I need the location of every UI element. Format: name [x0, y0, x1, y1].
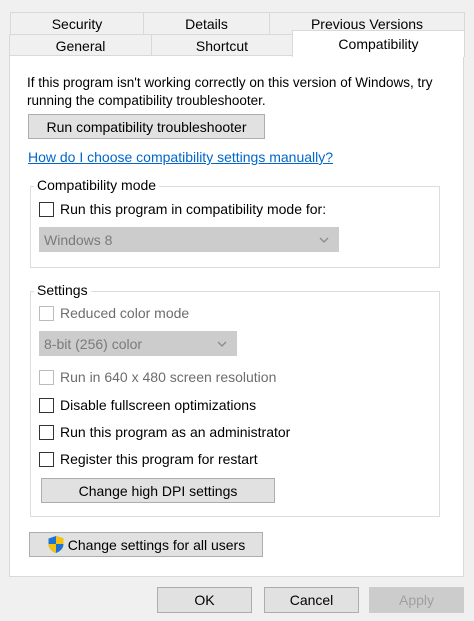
ok-button[interactable]: OK [157, 587, 252, 613]
compat-mode-select-value: Windows 8 [44, 231, 113, 248]
run-640-row[interactable]: Run in 640 x 480 screen resolution [39, 369, 276, 385]
chevron-down-icon [318, 233, 330, 249]
reduced-color-row[interactable]: Reduced color mode [39, 305, 189, 321]
register-restart-row[interactable]: Register this program for restart [39, 451, 258, 467]
tab-details-label: Details [185, 15, 228, 32]
intro-text: If this program isn't working correctly … [27, 74, 432, 110]
compat-mode-checkbox[interactable] [39, 201, 54, 217]
tab-general[interactable]: General [9, 34, 152, 57]
disable-fullscreen-label: Disable fullscreen optimizations [60, 397, 257, 413]
tab-compatibility[interactable]: Compatibility [292, 30, 465, 57]
compat-mode-label: Run this program in compatibility mode f… [60, 201, 327, 217]
reduced-color-checkbox[interactable] [39, 305, 54, 321]
tab-shortcut[interactable]: Shortcut [151, 34, 293, 57]
run-640-label: Run in 640 x 480 screen resolution [60, 369, 277, 385]
change-all-users-button[interactable]: Change settings for all users [29, 532, 263, 557]
run-admin-checkbox[interactable] [39, 424, 54, 440]
tab-shortcut-label: Shortcut [195, 37, 249, 54]
tab-security-label: Security [51, 15, 103, 32]
run-640-checkbox[interactable] [39, 369, 54, 385]
intro-line-1: If this program isn't working correctly … [27, 75, 433, 90]
change-all-users-label: Change settings for all users [67, 536, 246, 553]
chevron-down-icon [216, 337, 228, 353]
compatibility-panel: If this program isn't working correctly … [9, 55, 464, 577]
run-admin-label: Run this program as an administrator [60, 424, 291, 440]
tab-compatibility-label: Compatibility [338, 36, 419, 52]
reduced-color-label: Reduced color mode [60, 305, 190, 321]
disable-fullscreen-checkbox[interactable] [39, 397, 54, 413]
tab-general-label: General [55, 37, 106, 54]
compat-mode-select[interactable]: Windows 8 [39, 227, 339, 252]
settings-legend: Settings [34, 282, 91, 298]
compat-mode-row[interactable]: Run this program in compatibility mode f… [39, 201, 326, 217]
intro-line-2: running the compatibility troubleshooter… [27, 93, 266, 108]
register-restart-label: Register this program for restart [60, 451, 258, 467]
change-dpi-button[interactable]: Change high DPI settings [41, 478, 275, 503]
register-restart-checkbox[interactable] [39, 451, 54, 467]
run-troubleshooter-button[interactable]: Run compatibility troubleshooter [28, 114, 265, 139]
tab-security[interactable]: Security [10, 12, 144, 35]
color-mode-select[interactable]: 8-bit (256) color [39, 331, 237, 356]
run-admin-row[interactable]: Run this program as an administrator [39, 424, 290, 440]
compatibility-mode-legend: Compatibility mode [34, 177, 160, 193]
apply-button[interactable]: Apply [369, 587, 464, 613]
disable-fullscreen-row[interactable]: Disable fullscreen optimizations [39, 397, 256, 413]
help-link[interactable]: How do I choose compatibility settings m… [28, 149, 333, 165]
color-mode-select-value: 8-bit (256) color [44, 335, 143, 352]
cancel-button[interactable]: Cancel [264, 587, 359, 613]
shield-icon [47, 535, 65, 554]
tab-details[interactable]: Details [143, 12, 270, 35]
